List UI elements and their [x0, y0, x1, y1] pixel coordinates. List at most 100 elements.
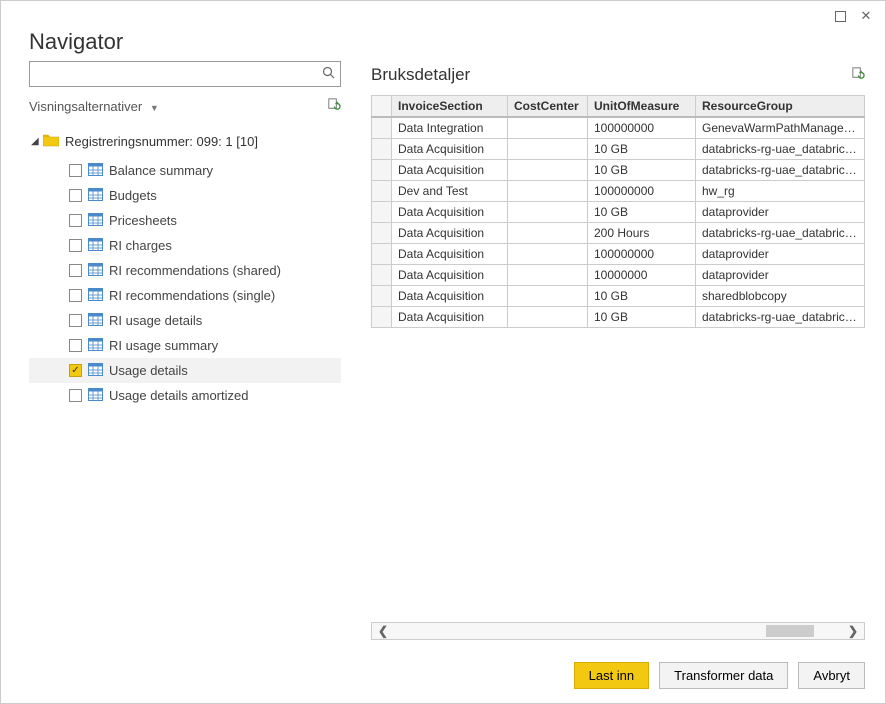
cell: dataprovider — [696, 244, 865, 265]
left-panel: Visningsalternativer ▼ ◢ Registreringsnu… — [29, 61, 341, 640]
tree-children: Balance summary Budgets Pricesheets RI char… — [29, 158, 341, 408]
search-box[interactable] — [29, 61, 341, 87]
column-header[interactable]: InvoiceSection — [392, 96, 508, 118]
cell — [508, 181, 588, 202]
table-row[interactable]: Data Acquisition10 GBdatabricks-rg-uae_d… — [372, 307, 865, 328]
titlebar: ✕ — [1, 1, 885, 25]
checkbox[interactable] — [69, 239, 82, 252]
tree-item[interactable]: RI charges — [29, 233, 341, 258]
cell — [508, 160, 588, 181]
collapse-icon[interactable]: ◢ — [31, 136, 43, 147]
cell: databricks-rg-uae_databricks- — [696, 160, 865, 181]
tree-item-label: RI charges — [109, 238, 172, 253]
preview-title: Bruksdetaljer — [371, 65, 470, 85]
table-row[interactable]: Data Acquisition200 Hoursdatabricks-rg-u… — [372, 223, 865, 244]
horizontal-scrollbar[interactable]: ❮ ❯ — [371, 622, 865, 640]
preview-refresh-icon[interactable] — [850, 66, 865, 84]
table-icon — [88, 388, 109, 404]
cancel-button[interactable]: Avbryt — [798, 662, 865, 689]
table-icon — [88, 188, 109, 204]
row-selector-cell[interactable] — [372, 160, 392, 181]
chevron-down-icon: ▼ — [150, 103, 159, 113]
tree-item-label: Pricesheets — [109, 213, 177, 228]
column-header[interactable]: CostCenter — [508, 96, 588, 118]
checkbox[interactable] — [69, 289, 82, 302]
cell — [508, 223, 588, 244]
checkbox[interactable] — [69, 264, 82, 277]
refresh-icon[interactable] — [326, 97, 341, 115]
table-row[interactable]: Data Acquisition10 GBsharedblobcopy — [372, 286, 865, 307]
scroll-left-icon[interactable]: ❮ — [372, 624, 394, 638]
row-selector-cell[interactable] — [372, 202, 392, 223]
tree-item[interactable]: Usage details amortized — [29, 383, 341, 408]
scroll-right-icon[interactable]: ❯ — [842, 624, 864, 638]
load-button[interactable]: Last inn — [574, 662, 650, 689]
table-row[interactable]: Dev and Test100000000hw_rg — [372, 181, 865, 202]
column-header[interactable]: UnitOfMeasure — [588, 96, 696, 118]
cell: Data Acquisition — [392, 160, 508, 181]
tree-item[interactable]: Balance summary — [29, 158, 341, 183]
scrollbar-track[interactable] — [394, 623, 842, 639]
content-area: Visningsalternativer ▼ ◢ Registreringsnu… — [1, 61, 885, 650]
tree-item[interactable]: Pricesheets — [29, 208, 341, 233]
tree-item[interactable]: RI usage details — [29, 308, 341, 333]
cell: hw_rg — [696, 181, 865, 202]
search-input[interactable] — [30, 67, 316, 82]
tree-item[interactable]: Budgets — [29, 183, 341, 208]
table-row[interactable]: Data Acquisition10 GBdatabricks-rg-uae_d… — [372, 139, 865, 160]
scrollbar-thumb[interactable] — [766, 625, 814, 637]
table-row[interactable]: Data Acquisition10000000dataprovider — [372, 265, 865, 286]
row-selector-cell[interactable] — [372, 181, 392, 202]
transform-data-button[interactable]: Transformer data — [659, 662, 788, 689]
cell: dataprovider — [696, 265, 865, 286]
table-row[interactable]: Data Acquisition 10 GBdataprovider — [372, 202, 865, 223]
search-icon[interactable] — [316, 66, 340, 82]
close-icon[interactable]: ✕ — [857, 7, 875, 25]
row-selector-cell[interactable] — [372, 265, 392, 286]
tree-item[interactable]: RI recommendations (single) — [29, 283, 341, 308]
cell — [508, 244, 588, 265]
cell — [508, 307, 588, 328]
row-selector-header — [372, 96, 392, 118]
cell — [508, 202, 588, 223]
row-selector-cell[interactable] — [372, 139, 392, 160]
tree-item-label: Balance summary — [109, 163, 213, 178]
row-selector-cell[interactable] — [372, 307, 392, 328]
dialog-title: Navigator — [1, 25, 885, 61]
folder-icon — [43, 133, 65, 150]
cell: 10 GB — [588, 307, 696, 328]
cell: dataprovider — [696, 202, 865, 223]
table-row[interactable]: Data Acquisition10 GBdatabricks-rg-uae_d… — [372, 160, 865, 181]
display-options-dropdown[interactable]: Visningsalternativer ▼ — [29, 99, 159, 114]
checkbox[interactable] — [69, 314, 82, 327]
row-selector-cell[interactable] — [372, 117, 392, 139]
cell: 200 Hours — [588, 223, 696, 244]
tree-item-label: Usage details amortized — [109, 388, 248, 403]
checkbox[interactable] — [69, 364, 82, 377]
table-icon — [88, 313, 109, 329]
tree-root-node[interactable]: ◢ Registreringsnummer: 099: 1 [10] — [29, 129, 341, 154]
table-row[interactable]: Data Acquisition100000000dataprovider — [372, 244, 865, 265]
tree-item-label: RI recommendations (shared) — [109, 263, 281, 278]
cell: databricks-rg-uae_databricks- — [696, 139, 865, 160]
checkbox[interactable] — [69, 164, 82, 177]
table-icon — [88, 263, 109, 279]
cell: Data Acquisition — [392, 202, 508, 223]
table-row[interactable]: Data Integration100000000GenevaWarmPathM… — [372, 117, 865, 139]
checkbox[interactable] — [69, 389, 82, 402]
row-selector-cell[interactable] — [372, 244, 392, 265]
tree-item[interactable]: Usage details — [29, 358, 341, 383]
table-icon — [88, 213, 109, 229]
maximize-icon[interactable] — [831, 7, 849, 25]
cell: 10 GB — [588, 202, 696, 223]
dialog-footer: Last inn Transformer data Avbryt — [1, 650, 885, 703]
tree-item[interactable]: RI usage summary — [29, 333, 341, 358]
tree-item[interactable]: RI recommendations (shared) — [29, 258, 341, 283]
checkbox[interactable] — [69, 339, 82, 352]
row-selector-cell[interactable] — [372, 286, 392, 307]
checkbox[interactable] — [69, 189, 82, 202]
cell: Data Acquisition — [392, 139, 508, 160]
row-selector-cell[interactable] — [372, 223, 392, 244]
checkbox[interactable] — [69, 214, 82, 227]
column-header[interactable]: ResourceGroup — [696, 96, 865, 118]
